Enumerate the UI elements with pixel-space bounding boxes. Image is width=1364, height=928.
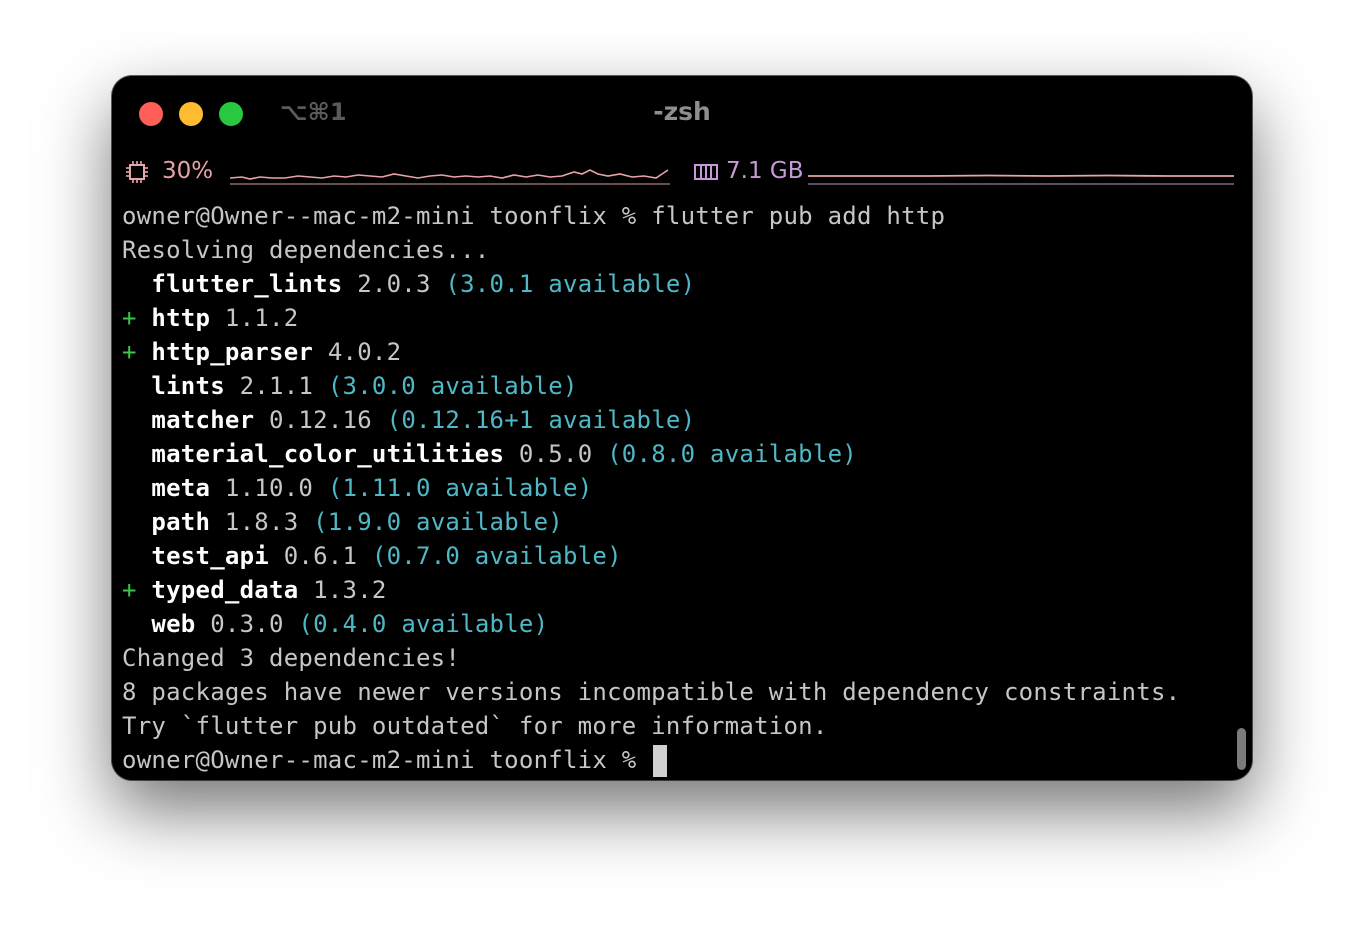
- package-name: lints: [151, 372, 225, 400]
- cpu-chip-icon: [126, 161, 148, 183]
- memory-module-icon: [694, 164, 718, 180]
- package-available: (0.4.0 available): [298, 610, 549, 638]
- hint-line: Try `flutter pub outdated` for more info…: [122, 712, 828, 740]
- command: flutter pub add http: [651, 202, 946, 230]
- package-available: (0.8.0 available): [607, 440, 857, 468]
- scrollbar-thumb[interactable]: [1237, 728, 1246, 770]
- status-bar: 30% 7.1 GB: [112, 156, 1252, 190]
- package-version: 2.0.3: [357, 270, 431, 298]
- resolving-line: Resolving dependencies...: [122, 236, 490, 264]
- package-version: 1.8.3: [224, 508, 299, 536]
- package-line: flutter_lints 2.0.3 (3.0.1 available): [122, 267, 1180, 301]
- package-marker: [122, 270, 137, 298]
- package-marker: [122, 372, 137, 400]
- terminal-output[interactable]: owner@Owner--mac-m2-mini toonflix % flut…: [122, 199, 1180, 777]
- memory-usage-graph: [808, 174, 1234, 185]
- package-version: 4.0.2: [327, 338, 402, 366]
- package-marker: [122, 440, 137, 468]
- package-available: (3.0.1 available): [445, 270, 696, 298]
- package-version: 2.1.1: [239, 372, 314, 400]
- package-available: (0.12.16+1 available): [386, 406, 696, 434]
- package-line: lints 2.1.1 (3.0.0 available): [122, 369, 1180, 403]
- package-name: meta: [151, 474, 211, 502]
- package-marker: +: [122, 576, 137, 604]
- changed-line: Changed 3 dependencies!: [122, 644, 461, 672]
- package-version: 0.5.0: [518, 440, 593, 468]
- package-available: (0.7.0 available): [371, 542, 622, 570]
- package-marker: +: [122, 304, 137, 332]
- command-line: owner@Owner--mac-m2-mini toonflix % flut…: [122, 199, 1180, 233]
- package-marker: [122, 474, 137, 502]
- package-line: material_color_utilities 0.5.0 (0.8.0 av…: [122, 437, 1180, 471]
- package-name: http: [151, 304, 211, 332]
- incompatible-line: 8 packages have newer versions incompati…: [122, 678, 1181, 706]
- package-marker: +: [122, 338, 137, 366]
- package-name: typed_data: [151, 576, 299, 604]
- package-line: path 1.8.3 (1.9.0 available): [122, 505, 1180, 539]
- package-version: 1.3.2: [313, 576, 387, 604]
- terminal-window: ⌥⌘1 -zsh 30% 7.1 GB owner@Owner--mac-m2-…: [112, 76, 1252, 780]
- prompt-line[interactable]: owner@Owner--mac-m2-mini toonflix %: [122, 743, 1180, 777]
- package-name: web: [151, 610, 196, 638]
- package-name: test_api: [151, 542, 269, 570]
- package-line: + typed_data 1.3.2: [122, 573, 1180, 607]
- package-marker: [122, 508, 137, 536]
- cpu-usage-label: 30%: [162, 158, 214, 184]
- package-version: 1.10.0: [224, 474, 314, 502]
- package-line: matcher 0.12.16 (0.12.16+1 available): [122, 403, 1180, 437]
- package-marker: [122, 406, 137, 434]
- package-marker: [122, 542, 137, 570]
- window-title: -zsh: [653, 97, 711, 126]
- package-name: material_color_utilities: [151, 440, 505, 468]
- package-marker: [122, 610, 137, 638]
- package-available: (1.11.0 available): [327, 474, 593, 502]
- package-name: path: [151, 508, 211, 536]
- package-version: 0.12.16: [269, 406, 372, 434]
- package-line: meta 1.10.0 (1.11.0 available): [122, 471, 1180, 505]
- text-cursor: [653, 745, 668, 777]
- package-version: 0.3.0: [210, 610, 284, 638]
- cpu-usage-graph: [230, 169, 670, 185]
- package-available: (1.9.0 available): [313, 508, 563, 536]
- package-name: flutter_lints: [151, 270, 343, 298]
- title-bar[interactable]: ⌥⌘1 -zsh: [112, 76, 1252, 152]
- prompt: owner@Owner--mac-m2-mini toonflix %: [122, 746, 637, 774]
- memory-usage-label: 7.1 GB: [726, 158, 804, 184]
- package-available: (3.0.0 available): [327, 372, 578, 400]
- package-line: test_api 0.6.1 (0.7.0 available): [122, 539, 1180, 573]
- package-line: + http_parser 4.0.2: [122, 335, 1180, 369]
- package-version: 1.1.2: [224, 304, 299, 332]
- package-name: http_parser: [151, 338, 314, 366]
- package-line: + http 1.1.2: [122, 301, 1180, 335]
- package-version: 0.6.1: [283, 542, 358, 570]
- package-line: web 0.3.0 (0.4.0 available): [122, 607, 1180, 641]
- prompt: owner@Owner--mac-m2-mini toonflix %: [122, 202, 637, 230]
- package-name: matcher: [151, 406, 255, 434]
